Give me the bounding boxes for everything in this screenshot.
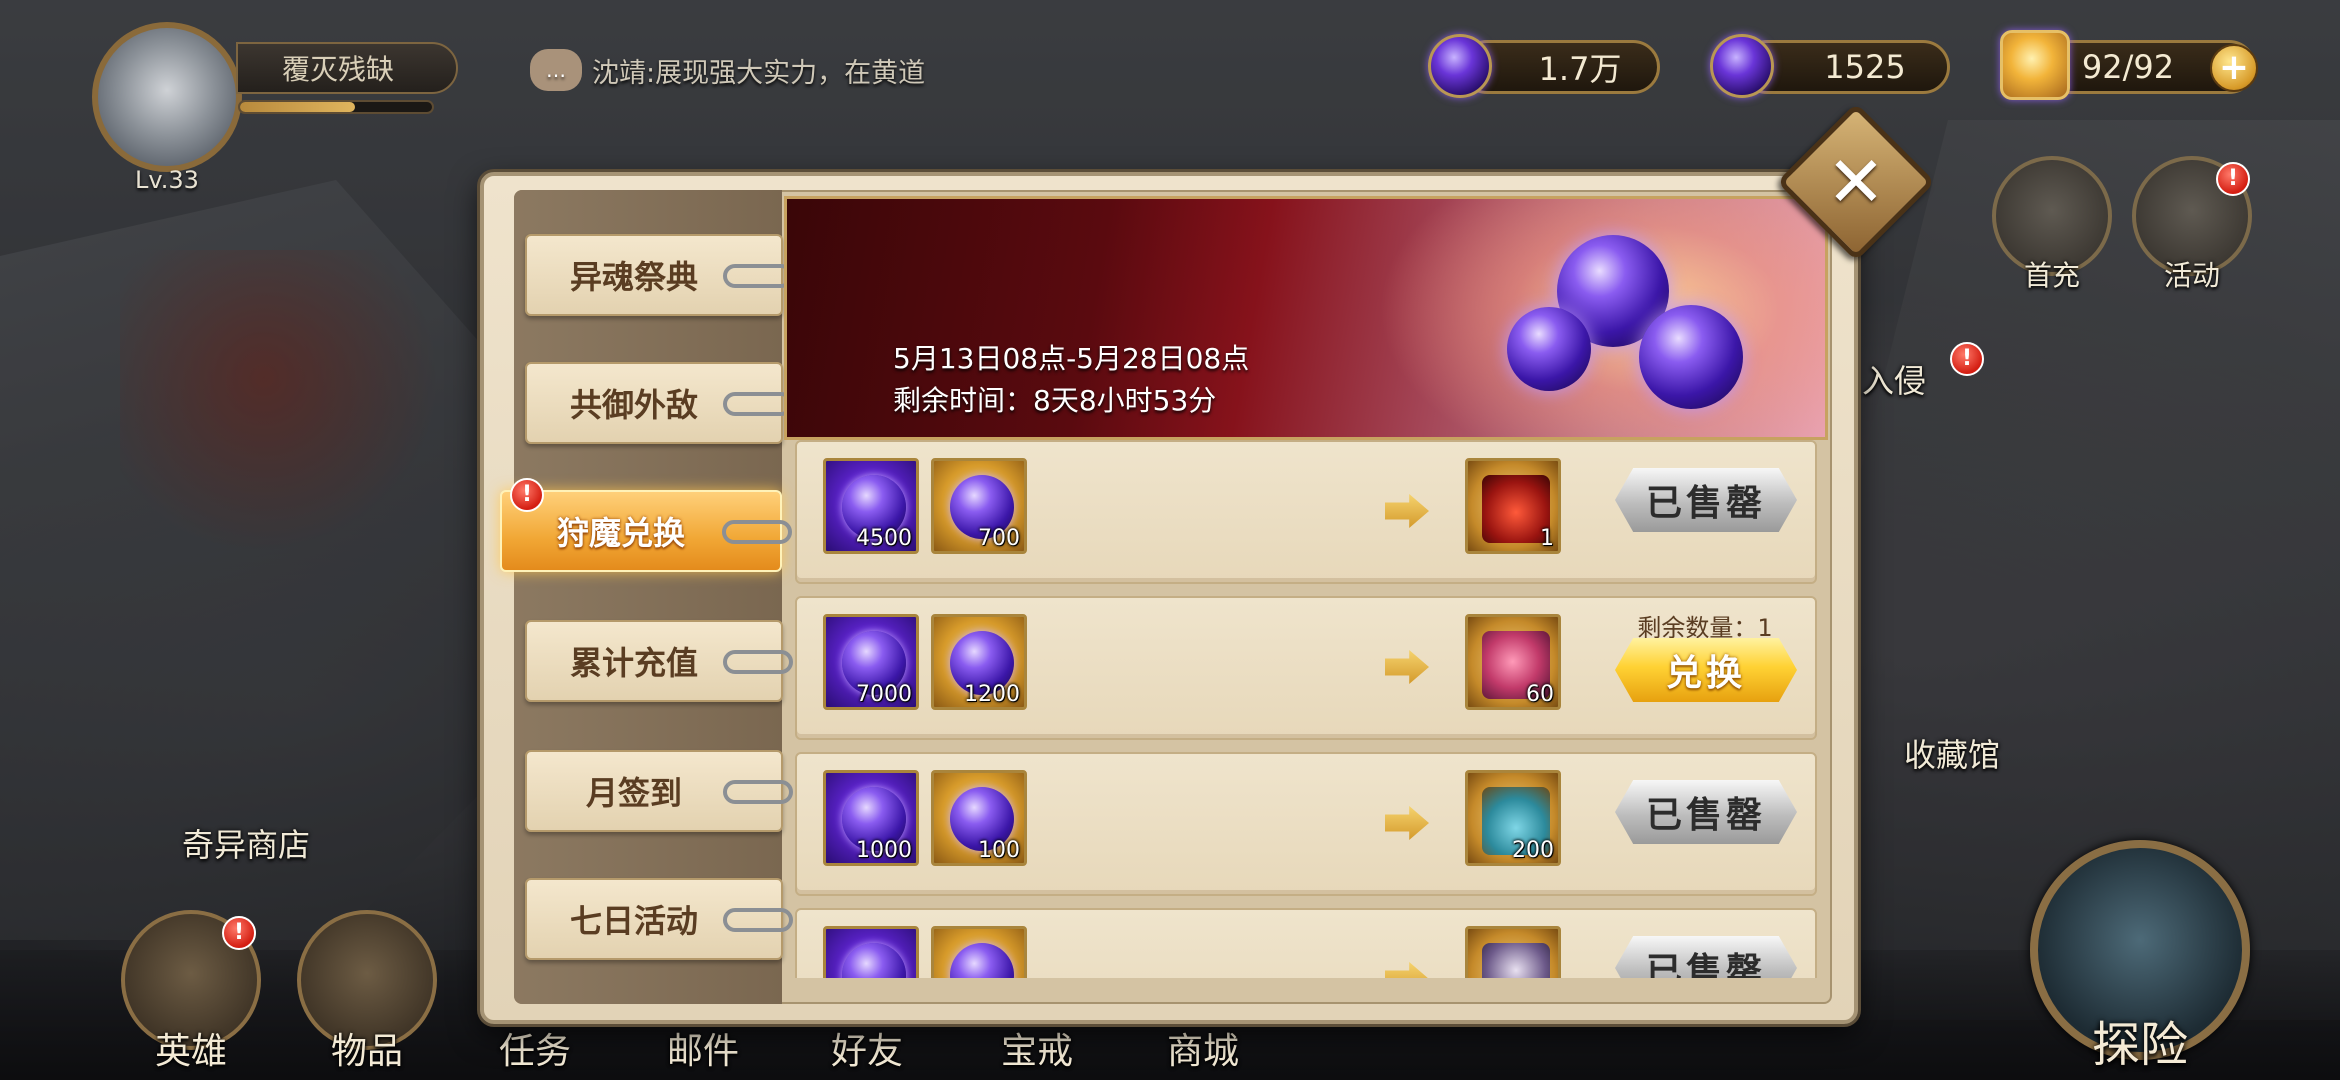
sold-out-button[interactable]: 已售罄 [1615,468,1797,532]
activity-label: 活动 [2163,259,2220,292]
cost-quantity: 700 [978,526,1020,551]
tab-defend-enemies-label: 共御外敌 [569,386,698,424]
nav-mail-label: 邮件 [666,1031,739,1072]
player-name: 覆灭残缺 [282,53,395,86]
paperclip-icon [723,650,793,674]
tab-monthly-signin-label: 月签到 [585,774,682,812]
event-banner: 5月13日08点-5月28日08点 剩余时间：8天8小时53分 [784,196,1828,440]
paperclip-icon [723,392,793,416]
tab-seven-day-event[interactable]: 七日活动 [525,878,793,960]
cost-quantity: 1200 [964,682,1020,707]
tab-monthly-signin[interactable]: 月签到 [525,750,793,832]
purple-orb-icon [1639,305,1743,409]
paperclip-icon [723,780,793,804]
exchange-list[interactable]: 4500 700 1 已售罄 7000 1200 60 剩余数量：1 兑换 10… [795,440,1817,978]
purple-orb-icon [1507,307,1591,391]
paperclip-icon [722,520,792,544]
paperclip-icon [723,264,793,288]
cost-item-crescent-orb[interactable]: 7000 [823,614,919,710]
cost-item-crescent-orb[interactable]: 1000 [823,770,919,866]
hero-portrait-icon [1482,943,1550,978]
sold-out-button[interactable]: 已售罄 [1615,936,1797,978]
reward-quantity: 1 [1540,526,1554,551]
exchange-row: 1000 100 200 已售罄 [795,752,1817,896]
cost-quantity: 100 [978,838,1020,863]
purple-orb-crescent-icon [1428,34,1492,98]
currency-purple-orb-value: 1525 [1824,48,1906,86]
nav-quests-label: 任务 [498,1031,571,1072]
cost-item-purple-orb[interactable]: 700 [931,458,1027,554]
exchange-row: 已售罄 [795,908,1817,978]
reward-item[interactable] [1465,926,1561,978]
arrow-right-icon [1385,962,1429,978]
invasion-alert-icon: ! [1950,342,1984,376]
cost-item-purple-orb[interactable]: 100 [931,770,1027,866]
exchange-row: 7000 1200 60 剩余数量：1 兑换 [795,596,1817,740]
tab-soul-festival[interactable]: 异魂祭典 [525,234,793,316]
nav-items-label: 物品 [330,1031,403,1072]
arrow-right-icon [1385,650,1429,684]
event-remaining-time: 剩余时间：8天8小时53分 [893,384,1217,417]
event-date-range: 5月13日08点-5月28日08点 [893,342,1250,375]
purple-orb-icon [950,943,1014,978]
cost-quantity: 7000 [856,682,912,707]
add-stamina-button[interactable]: + [2210,44,2258,92]
strange-shop-label[interactable]: 奇异商店 [182,820,310,866]
paperclip-icon [723,908,793,932]
arrow-right-icon [1385,806,1429,840]
nav-friends-label: 好友 [830,1031,903,1072]
reward-quantity: 200 [1512,838,1554,863]
tab-cumulative-recharge[interactable]: 累计充值 [525,620,793,702]
reward-item[interactable]: 200 [1465,770,1561,866]
cost-quantity: 1000 [856,838,912,863]
reward-item[interactable]: 60 [1465,614,1561,710]
invasion-label[interactable]: 入侵 [1862,356,1926,402]
player-name-plate[interactable]: 覆灭残缺 [236,42,458,94]
nav-rings-label: 宝戒 [1000,1031,1073,1072]
exchange-row: 4500 700 1 已售罄 [795,440,1817,584]
purple-orb-crescent-icon [842,943,906,978]
stamina-icon [2000,30,2070,100]
cost-item-crescent-orb[interactable]: 4500 [823,458,919,554]
cost-item-crescent-orb[interactable] [823,926,919,978]
explore-label: 探险 [2091,1017,2188,1073]
exchange-button[interactable]: 兑换 [1615,638,1797,702]
nav-store-label: 商城 [1166,1031,1239,1072]
currency-crescent-orb-value: 1.7万 [1538,50,1622,88]
first-recharge-label: 首充 [2023,259,2080,292]
sold-out-button[interactable]: 已售罄 [1615,780,1797,844]
nav-heroes-label: 英雄 [154,1031,227,1072]
demon-hunt-alert-icon: ! [510,478,544,512]
cost-item-purple-orb[interactable] [931,926,1027,978]
activity-alert-icon: ! [2216,162,2250,196]
reward-quantity: 60 [1526,682,1554,707]
reward-item[interactable]: 1 [1465,458,1561,554]
tab-defend-enemies[interactable]: 共御外敌 [525,362,793,444]
heroes-alert-icon: ! [222,916,256,950]
player-avatar[interactable] [92,22,242,172]
tab-demon-hunt-exchange-label: 狩魔兑换 [556,514,685,552]
player-exp-bar [238,100,434,114]
cost-quantity: 4500 [856,526,912,551]
close-icon[interactable]: ✕ [1800,126,1912,238]
remaining-count: 剩余数量：1 [1637,614,1773,642]
tab-seven-day-event-label: 七日活动 [569,902,698,940]
world-chat[interactable]: … 沈靖:展现强大实力，在黄道 [530,44,970,96]
cost-item-purple-orb[interactable]: 1200 [931,614,1027,710]
chat-message: 沈靖:展现强大实力，在黄道 [592,57,926,89]
arrow-right-icon [1385,494,1429,528]
player-exp-fill [240,102,356,112]
tab-cumulative-recharge-label: 累计充值 [569,644,698,682]
player-level: Lv.33 [135,166,199,194]
nav-items[interactable]: 物品 [292,910,442,1080]
collection-hall-label[interactable]: 收藏馆 [1904,730,2000,776]
tab-soul-festival-label: 异魂祭典 [569,258,698,296]
chat-bubble-icon: … [530,49,582,91]
purple-orb-icon [1710,34,1774,98]
currency-stamina-value: 92/92 [2081,48,2175,86]
